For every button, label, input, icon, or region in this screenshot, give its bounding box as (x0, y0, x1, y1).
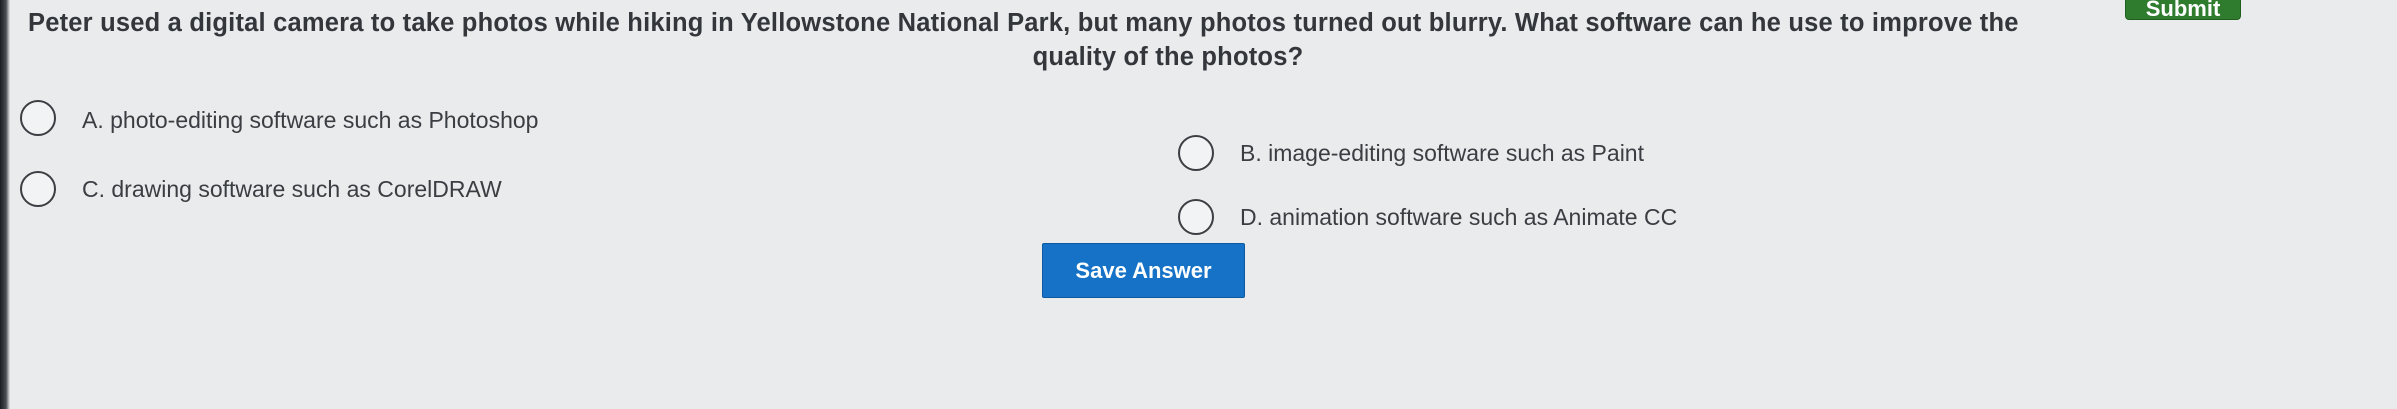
question-text: Peter used a digital camera to take phot… (28, 6, 2268, 74)
radio-button-c[interactable] (20, 171, 56, 207)
radio-button-d[interactable] (1178, 199, 1214, 235)
question-line-2: quality of the photos? (1032, 43, 1304, 71)
question-line-1: Peter used a digital camera to take phot… (28, 9, 2019, 37)
option-a-label: A. photo-editing software such as Photos… (82, 106, 539, 133)
quiz-page: Submit Peter used a digital camera to ta… (0, 0, 2397, 409)
option-c-label: C. drawing software such as CorelDRAW (82, 175, 502, 202)
save-answer-button[interactable]: Save Answer (1042, 243, 1245, 298)
option-b-label: B. image-editing software such as Paint (1240, 139, 1644, 166)
option-a[interactable]: A. photo-editing software such as Photos… (20, 100, 538, 136)
option-b[interactable]: B. image-editing software such as Paint (1178, 135, 1644, 171)
option-d-label: D. animation software such as Animate CC (1240, 203, 1678, 230)
option-d[interactable]: D. animation software such as Animate CC (1178, 199, 1677, 235)
option-c[interactable]: C. drawing software such as CorelDRAW (20, 171, 502, 207)
radio-button-a[interactable] (20, 100, 56, 136)
radio-button-b[interactable] (1178, 135, 1214, 171)
